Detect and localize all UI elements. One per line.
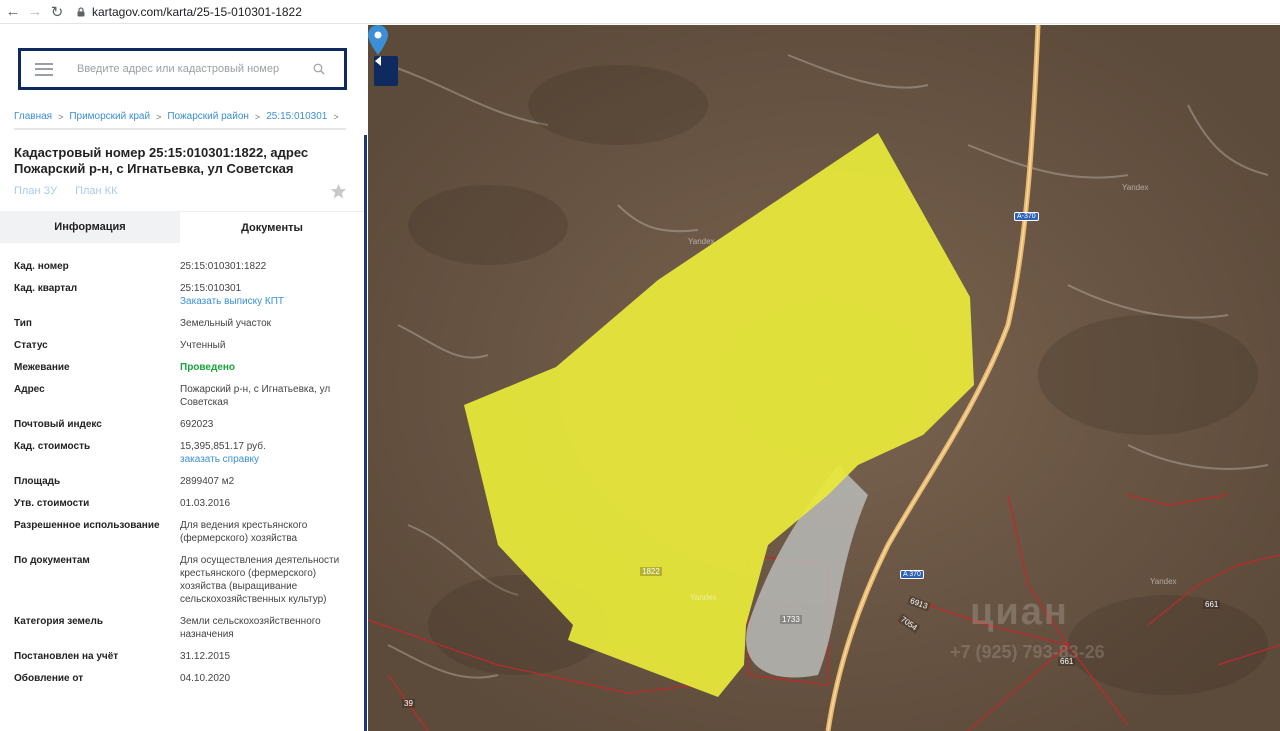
breadcrumb-region[interactable]: Приморский край <box>69 111 150 122</box>
row-value: 04.10.2020 <box>180 673 231 684</box>
watermark-phone: +7 (925) 793-83-26 <box>950 642 1105 662</box>
forward-arrow-icon[interactable]: → <box>24 1 46 23</box>
row-label: По документам <box>14 555 90 566</box>
breadcrumb-scrollbar[interactable] <box>14 128 346 130</box>
plan-links: План ЗУ План КК <box>14 185 117 197</box>
row-value: 692023 <box>180 419 214 430</box>
breadcrumb-separator: > <box>156 111 162 122</box>
table-row: Межевание Проведено <box>14 361 354 374</box>
table-row: Статус Учтенный <box>14 339 354 352</box>
quarter-value: 25:15:010301 <box>180 283 242 294</box>
caret-left-icon <box>375 56 381 66</box>
row-value: Земельный участок <box>180 318 272 329</box>
row-label: Кад. стоимость <box>14 441 91 452</box>
parcel-number-label: 1733 <box>780 615 802 624</box>
lock-icon <box>77 6 85 16</box>
cadastral-cost-value: 15,395,851.17 руб. <box>180 441 266 452</box>
table-row: Постановлен на учёт 31.12.2015 <box>14 650 354 663</box>
tabs: Информация Документы <box>0 211 364 243</box>
row-label: Категория земель <box>14 616 103 627</box>
survey-status-value: Проведено <box>180 362 236 373</box>
address-bar[interactable]: kartagov.com/karta/25-15-010301-1822 <box>76 5 302 19</box>
map-canvas <box>368 25 1280 731</box>
breadcrumb-quarter[interactable]: 25:15:010301 <box>266 111 327 122</box>
breadcrumb-separator: > <box>254 111 261 122</box>
table-row: Адрес Пожарский р-н, с Игнатьевка, ул Сов… <box>14 383 354 409</box>
road-label: A 370 <box>900 570 924 579</box>
breadcrumb-district[interactable]: Пожарский район <box>167 111 249 122</box>
collapse-sidebar-button[interactable] <box>374 56 398 86</box>
road-label: A-370 <box>1014 212 1039 221</box>
satellite-map[interactable]: 1822 1733 6913 7054 661 661 39 A-370 A 3… <box>368 25 1280 731</box>
table-row: По документам Для осуществления деятельно… <box>14 554 354 606</box>
row-label: Разрешенное использование <box>14 520 160 531</box>
reload-icon[interactable]: ↻ <box>46 1 68 23</box>
page-title: Кадастровый номер 25:15:010301:1822, адр… <box>14 145 309 176</box>
breadcrumb-home[interactable]: Главная <box>14 111 52 122</box>
table-row: Кад. стоимость 15,395,851.17 руб. заказать… <box>14 440 354 466</box>
breadcrumb-separator: > <box>58 111 64 122</box>
info-sidebar: Главная > Приморский край > Пожарский райо… <box>0 25 368 731</box>
row-value: 25:15:010301:1822 <box>180 261 267 272</box>
order-kpt-link[interactable]: Заказать выписку КПТ <box>180 295 345 308</box>
url-text: kartagov.com/karta/25-15-010301-1822 <box>92 4 302 19</box>
row-label: Обовление от <box>14 673 84 684</box>
row-label: Площадь <box>14 476 61 487</box>
parcel-number-label: 39 <box>402 699 415 708</box>
row-value: 25:15:010301 Заказать выписку КПТ <box>180 282 345 308</box>
table-row: Обовление от 04.10.2020 <box>14 672 354 685</box>
table-row: Утв. стоимости 01.03.2016 <box>14 497 354 510</box>
row-label: Тип <box>14 318 32 329</box>
row-value: Для ведения крестьянского (фермерского) … <box>180 520 308 544</box>
breadcrumb: Главная > Приморский край > Пожарский райо… <box>14 111 345 122</box>
row-value: 01.03.2016 <box>180 498 231 509</box>
row-value: 15,395,851.17 руб. заказать справку <box>180 440 345 466</box>
browser-toolbar: ← → ↻ kartagov.com/karta/25-15-010301-18… <box>0 0 1280 24</box>
table-row: Категория земель Земли сельскохозяйственн… <box>14 615 354 641</box>
row-label: Утв. стоимости <box>14 498 90 509</box>
yandex-label: Yandex <box>690 593 717 602</box>
hamburger-menu-icon[interactable] <box>35 62 53 76</box>
row-value: Земли сельскохозяйственного назначения <box>180 616 321 640</box>
row-value: Для осуществления деятельности крестьянс… <box>180 555 340 605</box>
tab-info[interactable]: Информация <box>0 211 180 243</box>
search-input[interactable] <box>77 63 307 75</box>
row-value: 31.12.2015 <box>180 651 231 662</box>
plan-kk-link[interactable]: План КК <box>75 185 117 197</box>
table-row: Площадь 2899407 м2 <box>14 475 354 488</box>
info-table: Кад. номер 25:15:010301:1822 Кад. квартал… <box>14 260 354 694</box>
back-arrow-icon[interactable]: ← <box>2 1 24 23</box>
breadcrumb-separator: > <box>333 111 339 122</box>
row-label: Кад. квартал <box>14 283 78 294</box>
watermark-logo: циан <box>970 591 1069 633</box>
row-label: Статус <box>14 340 48 351</box>
row-value: 2899407 м2 <box>180 476 235 487</box>
row-label: Почтовый индекс <box>14 419 102 430</box>
tab-documents[interactable]: Документы <box>180 211 364 243</box>
order-certificate-link[interactable]: заказать справку <box>180 453 345 466</box>
row-value: Учтенный <box>180 340 226 351</box>
search-bar <box>18 48 347 90</box>
sidebar-scrollbar[interactable] <box>364 135 367 731</box>
yandex-label: Yandex <box>688 237 715 246</box>
yandex-label: Yandex <box>1122 183 1149 192</box>
search-icon[interactable] <box>313 63 325 75</box>
location-pin-icon[interactable] <box>368 25 388 55</box>
table-row: Тип Земельный участок <box>14 317 354 330</box>
table-row: Почтовый индекс 692023 <box>14 418 354 431</box>
row-label: Адрес <box>14 384 45 395</box>
parcel-number-label: 1822 <box>640 567 662 576</box>
row-label: Постановлен на учёт <box>14 651 119 662</box>
row-value: Пожарский р-н, с Игнатьевка, ул Советска… <box>180 384 331 408</box>
row-label: Межевание <box>14 362 70 373</box>
table-row: Разрешенное использование Для ведения кре… <box>14 519 354 545</box>
row-label: Кад. номер <box>14 261 69 272</box>
star-icon[interactable] <box>330 183 347 200</box>
yandex-label: Yandex <box>1150 577 1177 586</box>
table-row: Кад. квартал 25:15:010301 Заказать выписку… <box>14 282 354 308</box>
table-row: Кад. номер 25:15:010301:1822 <box>14 260 354 273</box>
plan-zu-link[interactable]: План ЗУ <box>14 185 57 197</box>
parcel-number-label: 661 <box>1203 600 1221 609</box>
